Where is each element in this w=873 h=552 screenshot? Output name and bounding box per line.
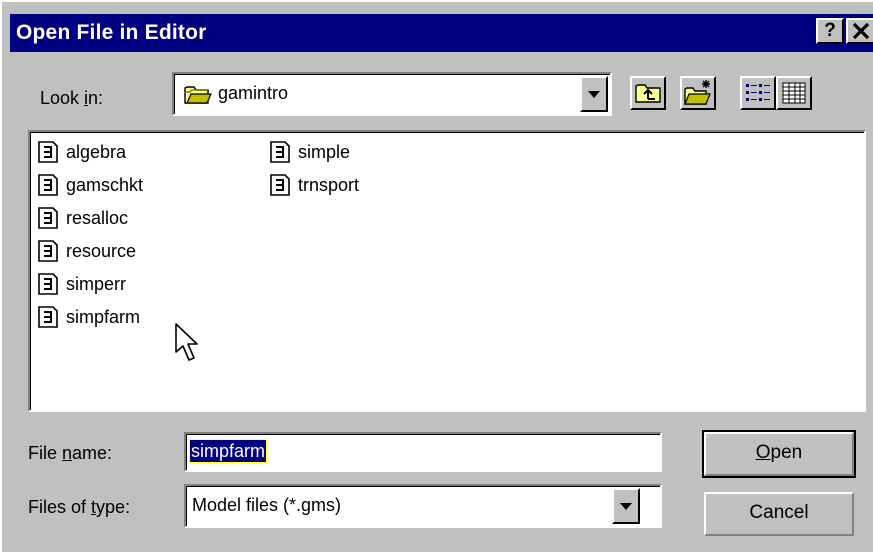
list-item[interactable]: algebra bbox=[38, 139, 208, 165]
list-item[interactable]: simple bbox=[270, 139, 440, 165]
list-item[interactable]: simperr bbox=[38, 271, 208, 297]
document-icon bbox=[38, 141, 58, 163]
document-icon bbox=[38, 174, 58, 196]
files-of-type-label: Files of type: bbox=[28, 497, 131, 517]
document-icon bbox=[38, 207, 58, 229]
close-icon bbox=[852, 22, 870, 40]
files-of-type-combo[interactable]: Model files (*.gms) bbox=[184, 484, 662, 528]
list-item[interactable]: trnsport bbox=[270, 172, 440, 198]
open-button[interactable]: Open bbox=[702, 430, 856, 478]
files-of-type-dropdown-button[interactable] bbox=[612, 488, 640, 524]
list-item[interactable]: gamschkt bbox=[38, 172, 208, 198]
document-icon bbox=[270, 174, 290, 196]
folder-icon bbox=[184, 86, 212, 104]
new-folder-icon bbox=[684, 80, 711, 105]
list-view-button[interactable] bbox=[740, 76, 776, 110]
look-in-value: gamintro bbox=[218, 83, 289, 103]
look-in-combo[interactable]: gamintro bbox=[172, 72, 612, 116]
document-icon bbox=[38, 240, 58, 262]
document-icon bbox=[38, 306, 58, 328]
chevron-down-icon bbox=[588, 91, 600, 98]
close-button[interactable] bbox=[846, 18, 873, 44]
document-icon bbox=[270, 141, 290, 163]
mouse-pointer-icon bbox=[175, 323, 198, 361]
details-view-icon bbox=[782, 82, 806, 104]
cancel-button[interactable]: Cancel bbox=[704, 492, 854, 536]
list-item[interactable]: resource bbox=[38, 238, 208, 264]
dialog-title: Open File in Editor bbox=[16, 21, 207, 44]
list-view-icon bbox=[746, 84, 770, 101]
file-name-value: simpfarm bbox=[188, 439, 268, 463]
details-view-button[interactable] bbox=[776, 76, 812, 110]
document-icon bbox=[38, 273, 58, 295]
look-in-dropdown-button[interactable] bbox=[580, 76, 608, 112]
help-button[interactable]: ? bbox=[816, 18, 844, 44]
file-name-input[interactable]: simpfarm bbox=[184, 432, 662, 472]
up-folder-icon bbox=[635, 84, 661, 103]
list-item[interactable]: resalloc bbox=[38, 205, 208, 231]
look-in-label: Look in: bbox=[40, 88, 104, 108]
new-folder-button[interactable] bbox=[680, 76, 716, 110]
chevron-down-icon bbox=[620, 503, 632, 510]
file-list[interactable]: algebra gamschkt resalloc resource simpe… bbox=[28, 130, 866, 412]
title-bar[interactable]: Open File in Editor ? bbox=[10, 14, 873, 52]
file-name-label: File name: bbox=[28, 443, 113, 463]
files-of-type-value: Model files (*.gms) bbox=[192, 495, 342, 515]
up-one-level-button[interactable] bbox=[630, 76, 666, 110]
open-file-dialog: Open File in Editor ? Look in: gamintro bbox=[0, 0, 873, 552]
